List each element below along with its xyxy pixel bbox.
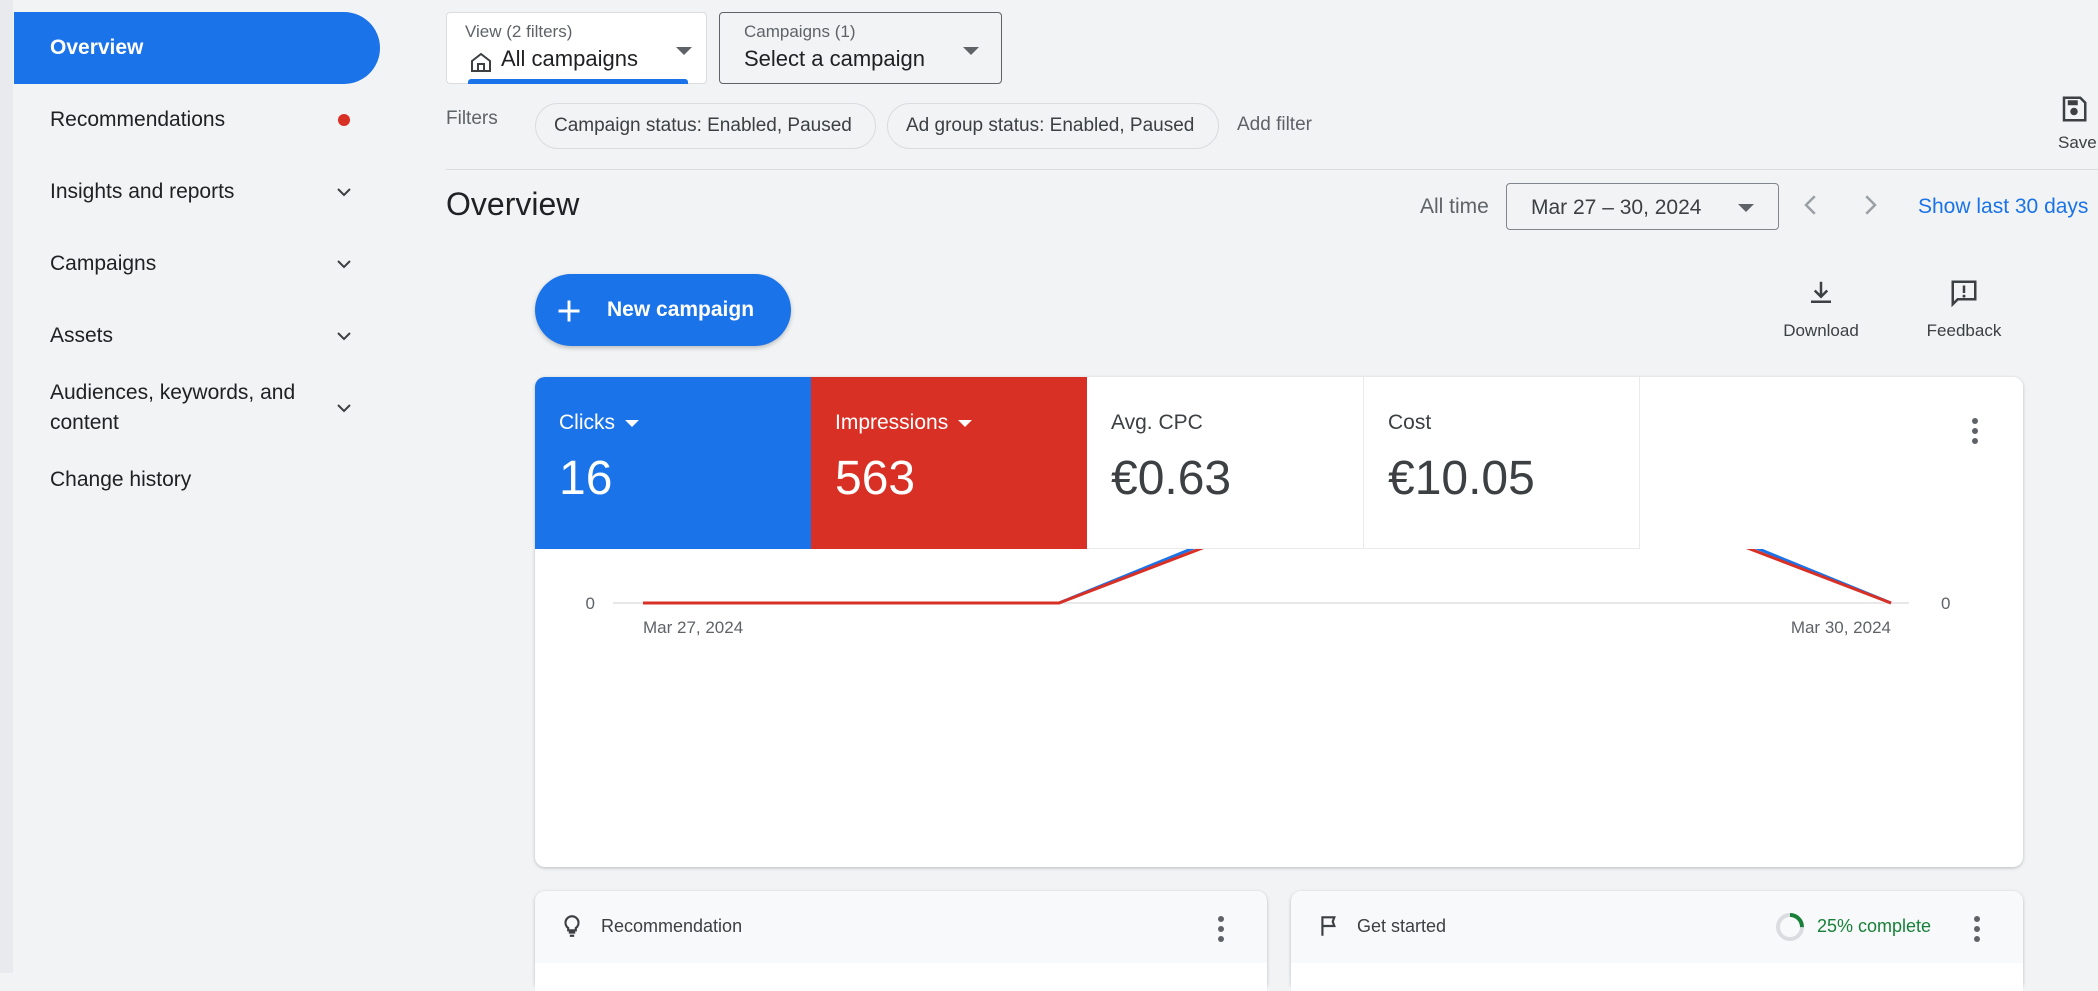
sidebar-item-label: Change history [50, 468, 192, 491]
metric-value: 563 [835, 452, 916, 505]
feedback-button[interactable]: Feedback [1914, 278, 2014, 341]
x-tick-label: Mar 30, 2024 [1791, 618, 1891, 637]
new-campaign-button[interactable]: New campaign [535, 274, 791, 346]
save-icon [2062, 96, 2087, 122]
x-tick-label: Mar 27, 2024 [643, 618, 743, 637]
metric-label: Avg. CPC [1111, 411, 1203, 434]
filter-chip-label: Ad group status: Enabled, Paused [906, 115, 1195, 136]
save-label: Save [2058, 133, 2097, 152]
caret-down-icon [1738, 204, 1754, 212]
date-range-picker[interactable]: Mar 27 – 30, 2024 [1506, 183, 1779, 230]
card-body [535, 963, 1267, 991]
sidebar-item-assets[interactable]: Assets [14, 300, 380, 372]
notification-dot [338, 114, 350, 126]
filter-chip-ad-group-status[interactable]: Ad group status: Enabled, Paused [887, 103, 1219, 149]
feedback-icon [1951, 280, 1977, 308]
selector-underline [468, 79, 688, 84]
store-icon [471, 52, 491, 72]
overview-chart-card: Clicks 16 Impressions 563 Avg. CPC €0.63… [535, 377, 2023, 867]
caret-down-icon [958, 419, 973, 427]
metric-avg-cpc[interactable]: Avg. CPC €0.63 [1087, 377, 1364, 549]
more-options-icon[interactable] [1974, 916, 1980, 946]
filters-label: Filters [446, 108, 498, 129]
date-range-value: Mar 27 – 30, 2024 [1531, 196, 1702, 219]
campaign-selector-label: Campaigns (1) [744, 22, 856, 41]
filter-chip-campaign-status[interactable]: Campaign status: Enabled, Paused [535, 103, 876, 149]
page-title: Overview [446, 186, 580, 222]
metric-impressions[interactable]: Impressions 563 [811, 377, 1087, 549]
sidebar-item-overview[interactable]: Overview [14, 12, 380, 84]
view-selector-label: View (2 filters) [465, 22, 573, 41]
chevron-down-icon [337, 188, 351, 197]
sidebar-item-insights-and-reports[interactable]: Insights and reports [14, 156, 380, 228]
progress-ring [1776, 913, 1804, 941]
metric-value: €10.05 [1388, 452, 1535, 505]
series-line-impressions [643, 549, 1892, 605]
sidebar-item-label: Overview [50, 36, 144, 59]
sidebar-item-campaigns[interactable]: Campaigns [14, 228, 380, 300]
sidebar-item-audiences[interactable]: Audiences, keywords, and content [14, 372, 380, 444]
caret-down-icon [963, 47, 979, 55]
chevron-down-icon [337, 332, 351, 341]
divider [446, 169, 2098, 170]
sidebar: Overview Recommendations Insights and re… [0, 0, 395, 973]
sidebar-item-label: Recommendations [50, 108, 226, 131]
caret-down-icon [625, 419, 639, 427]
show-last-30-days-link[interactable]: Show last 30 days [1918, 195, 2088, 219]
metric-label: Cost [1388, 411, 1432, 434]
view-selector[interactable]: View (2 filters) All campaigns [446, 12, 707, 84]
previous-period-icon[interactable] [1796, 190, 1826, 220]
metric-clicks[interactable]: Clicks 16 [535, 377, 811, 549]
flag-icon [1321, 916, 1336, 936]
more-options-icon[interactable] [1218, 916, 1224, 946]
metric-value: 16 [559, 452, 613, 505]
view-selector-value: All campaigns [501, 46, 638, 71]
next-period-icon[interactable] [1855, 190, 1885, 220]
lightbulb-icon [564, 915, 580, 937]
get-started-title: Get started [1357, 916, 1447, 936]
sidebar-item-change-history[interactable]: Change history [14, 444, 380, 516]
download-label: Download [1783, 321, 1859, 340]
chevron-down-icon [337, 260, 351, 269]
recommendation-title: Recommendation [601, 916, 743, 936]
line-chart: 08160300600Mar 27, 2024Mar 30, 2024 [586, 549, 1950, 637]
add-filter-button[interactable]: Add filter [1237, 114, 1312, 136]
series-line-clicks [643, 549, 1892, 605]
save-button[interactable]: Save [2050, 94, 2098, 153]
campaign-selector-value: Select a campaign [744, 46, 925, 71]
download-button[interactable]: Download [1771, 278, 1871, 341]
feedback-label: Feedback [1926, 321, 2002, 340]
caret-down-icon [676, 47, 692, 55]
y-left-tick-label: 0 [586, 594, 595, 613]
metric-cost[interactable]: Cost €10.05 [1364, 377, 1640, 549]
get-started-card: Get started 25% complete [1291, 891, 2023, 991]
sidebar-item-label: Campaigns [50, 252, 157, 275]
metric-value: €0.63 [1111, 452, 1232, 505]
sidebar-item-label: Audiences, keywords, and content [50, 381, 296, 434]
sidebar-item-recommendations[interactable]: Recommendations [14, 84, 380, 156]
sidebar-item-label: Assets [50, 324, 114, 347]
y-right-tick-label: 0 [1941, 594, 1950, 613]
download-icon [1811, 281, 1831, 303]
range-label: All time [1420, 195, 1489, 218]
campaign-selector[interactable]: Campaigns (1) Select a campaign [719, 12, 1002, 84]
recommendation-card: Recommendation [535, 891, 1267, 991]
plus-icon [558, 300, 580, 322]
new-campaign-label: New campaign [607, 298, 755, 321]
metric-label: Impressions [835, 411, 949, 434]
metric-label: Clicks [559, 411, 615, 434]
sidebar-item-label: Insights and reports [50, 180, 235, 203]
filter-chip-label: Campaign status: Enabled, Paused [554, 115, 852, 136]
chevron-down-icon [337, 404, 351, 413]
card-body [1291, 963, 2023, 991]
sidebar-edge [0, 0, 13, 973]
progress-text: 25% complete [1817, 916, 1932, 936]
more-options-icon[interactable] [1972, 418, 1978, 448]
